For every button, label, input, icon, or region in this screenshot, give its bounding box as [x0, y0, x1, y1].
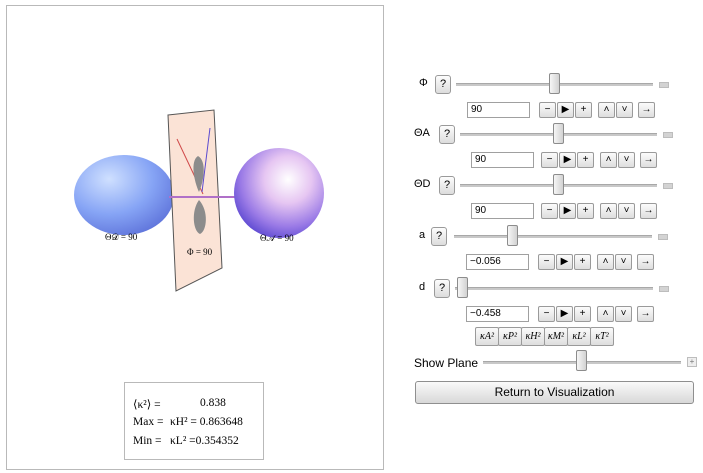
slider-track[interactable]	[455, 287, 653, 290]
control-label: Φ	[419, 77, 428, 89]
plus-icon[interactable]: +	[574, 306, 591, 322]
help-button[interactable]: ?	[431, 227, 447, 246]
faster-icon[interactable]: ˄	[598, 102, 615, 118]
faster-icon[interactable]: ˄	[597, 306, 614, 322]
plus-icon[interactable]: +	[574, 254, 591, 270]
minus-icon[interactable]: −	[541, 152, 558, 168]
kappa-mean-label: ⟨κ²⟩ =	[133, 399, 161, 411]
kappa-button[interactable]: κM²	[544, 327, 568, 346]
theta-d-label: Θ𝒟 = 90	[105, 232, 138, 242]
direction-icon[interactable]: →	[640, 152, 657, 168]
slider-thumb[interactable]	[552, 174, 564, 195]
slower-icon[interactable]: ˅	[616, 102, 633, 118]
acceptor-sphere	[234, 148, 324, 238]
slower-icon[interactable]: ˅	[615, 254, 632, 270]
collapse-icon[interactable]	[663, 132, 673, 138]
kappa-button[interactable]: κA²	[475, 327, 499, 346]
show-plane-slider-thumb[interactable]	[576, 350, 587, 371]
plus-icon[interactable]: +	[577, 203, 594, 219]
max-value: κH² = 0.863648	[170, 416, 243, 428]
plus-icon[interactable]: +	[577, 152, 594, 168]
play-icon[interactable]: ▶	[556, 254, 573, 270]
plus-icon[interactable]: +	[575, 102, 592, 118]
control-label: ΘD	[414, 178, 431, 190]
play-icon[interactable]: ▶	[559, 152, 576, 168]
min-label: Min =	[133, 435, 162, 447]
direction-icon[interactable]: →	[637, 306, 654, 322]
return-to-visualization-button[interactable]: Return to Visualization	[415, 381, 694, 404]
play-icon[interactable]: ▶	[556, 306, 573, 322]
collapse-icon[interactable]	[658, 234, 668, 240]
kappa-mean-value: 0.838	[200, 397, 226, 409]
minus-icon[interactable]: −	[538, 306, 555, 322]
direction-icon[interactable]: →	[638, 102, 655, 118]
kappa-button[interactable]: κH²	[521, 327, 545, 346]
value-field[interactable]: 90	[471, 152, 534, 168]
direction-icon[interactable]: →	[637, 254, 654, 270]
value-field[interactable]: 90	[467, 102, 530, 118]
value-field[interactable]: −0.056	[466, 254, 529, 270]
slower-icon[interactable]: ˅	[615, 306, 632, 322]
slower-icon[interactable]: ˅	[618, 152, 635, 168]
control-label: a	[419, 229, 426, 241]
statistics-panel: ⟨κ²⟩ = 0.838 Max = κH² = 0.863648 Min = …	[124, 382, 264, 460]
faster-icon[interactable]: ˄	[600, 203, 617, 219]
show-plane-expand-icon[interactable]: +	[687, 357, 697, 367]
value-field[interactable]: −0.458	[466, 306, 529, 322]
slider-thumb[interactable]	[457, 277, 468, 298]
phi-label: Φ = 90	[187, 247, 213, 257]
minus-icon[interactable]: −	[539, 102, 556, 118]
plane-surface	[167, 109, 223, 292]
play-icon[interactable]: ▶	[559, 203, 576, 219]
kappa-button[interactable]: κL²	[567, 327, 591, 346]
min-value: κL² =0.354352	[170, 435, 239, 447]
minus-icon[interactable]: −	[538, 254, 555, 270]
play-icon[interactable]: ▶	[557, 102, 574, 118]
kappa-button[interactable]: κP²	[498, 327, 522, 346]
collapse-icon[interactable]	[659, 82, 669, 88]
kappa-button[interactable]: κT²	[590, 327, 614, 346]
slider-track[interactable]	[454, 235, 652, 238]
slider-thumb[interactable]	[548, 73, 560, 94]
value-field[interactable]: 90	[471, 203, 534, 219]
slider-thumb[interactable]	[552, 123, 564, 144]
help-button[interactable]: ?	[435, 75, 451, 94]
slower-icon[interactable]: ˅	[618, 203, 635, 219]
faster-icon[interactable]: ˄	[600, 152, 617, 168]
theta-a-label: Θ𝒜 = 90	[260, 233, 294, 243]
collapse-icon[interactable]	[663, 183, 673, 189]
help-button[interactable]: ?	[439, 125, 455, 144]
slider-thumb[interactable]	[506, 225, 518, 246]
help-button[interactable]: ?	[439, 176, 455, 195]
faster-icon[interactable]: ˄	[597, 254, 614, 270]
collapse-icon[interactable]	[659, 286, 669, 292]
3d-graphics-panel[interactable]: Θ𝒟 = 90 Φ = 90 Θ𝒜 = 90 ⟨κ²⟩ = 0.838 Max …	[6, 5, 384, 470]
show-plane-label: Show Plane	[414, 356, 479, 370]
control-label: d	[419, 281, 426, 293]
max-label: Max =	[133, 416, 164, 428]
control-label: ΘA	[414, 127, 430, 139]
help-button[interactable]: ?	[434, 279, 450, 298]
direction-icon[interactable]: →	[640, 203, 657, 219]
donor-lobe	[74, 155, 174, 235]
minus-icon[interactable]: −	[541, 203, 558, 219]
